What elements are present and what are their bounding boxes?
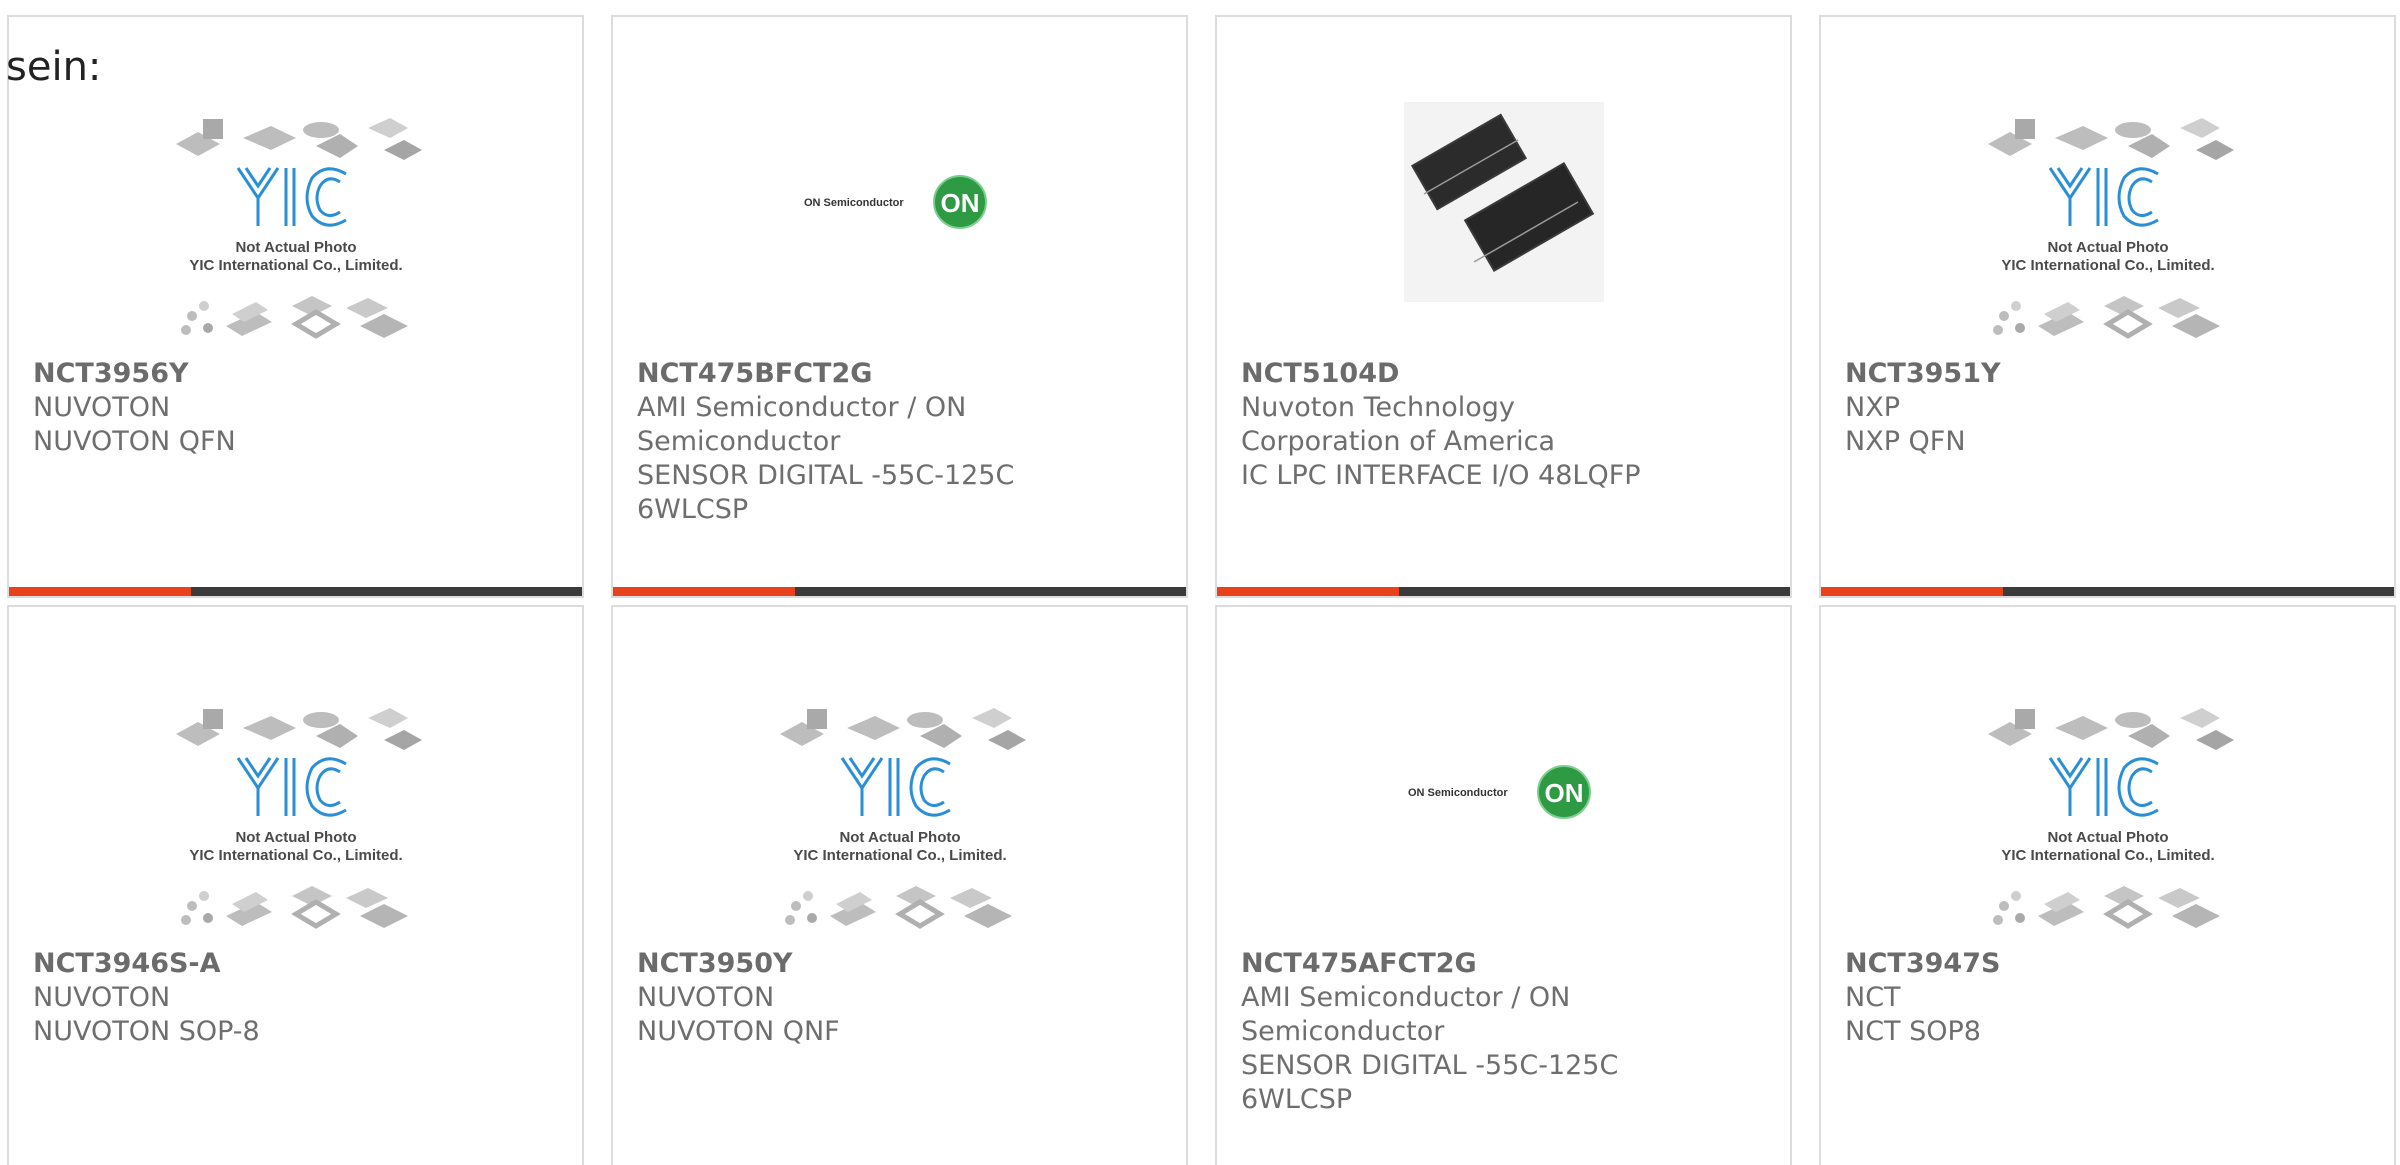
description: SENSOR DIGITAL -55C-125C 6WLCSP (1241, 1050, 1619, 1115)
yic-placeholder-image: Not Actual Photo YIC International Co., … (175, 118, 422, 339)
product-image[interactable]: Not Actual Photo YIC International Co., … (1821, 692, 2394, 952)
svg-text:YIC International Co., Limited: YIC International Co., Limited. (2001, 257, 2214, 274)
product-info: NCT3946S-A NUVOTON NUVOTON SOP-8 (33, 947, 453, 1049)
description: NUVOTON SOP-8 (33, 1016, 260, 1047)
product-card[interactable]: Not Actual Photo YIC International Co., … (1819, 605, 2396, 1165)
manufacturer: NCT (1845, 982, 1901, 1013)
product-card[interactable]: Not Actual Photo YIC International Co., … (7, 15, 584, 598)
svg-text:YIC International Co., Limited: YIC International Co., Limited. (189, 257, 402, 274)
card-accent-bar (9, 587, 191, 596)
manufacturer: Nuvoton Technology Corporation of Americ… (1241, 392, 1556, 457)
svg-text:Not Actual Photo: Not Actual Photo (839, 829, 960, 846)
svg-text:YIC International Co., Limited: YIC International Co., Limited. (189, 847, 402, 864)
lqfp-chip-photo (1403, 102, 1604, 302)
product-image[interactable]: ON Semiconductor ON (613, 102, 1186, 362)
description: NXP QFN (1845, 426, 1966, 457)
manufacturer: NUVOTON (33, 392, 171, 423)
yic-placeholder-image: Not Actual Photo YIC International Co., … (1987, 708, 2234, 929)
product-info: NCT475AFCT2G AMI Semiconductor / ON Semic… (1241, 947, 1661, 1117)
svg-text:YIC International Co., Limited: YIC International Co., Limited. (793, 847, 1006, 864)
product-card[interactable]: ON Semiconductor ON NCT475AFCT2G AMI Semi… (1215, 605, 1792, 1165)
yic-placeholder-image: Not Actual Photo YIC International Co., … (175, 708, 422, 929)
product-info: NCT5104D Nuvoton Technology Corporation o… (1241, 357, 1661, 493)
yic-placeholder-image: Not Actual Photo YIC International Co., … (779, 708, 1026, 929)
product-card[interactable]: Not Actual Photo YIC International Co., … (611, 605, 1188, 1165)
manufacturer: AMI Semiconductor / ON Semiconductor (1241, 982, 1571, 1047)
product-image[interactable]: ON Semiconductor ON (1217, 692, 1790, 952)
svg-text:Not Actual Photo: Not Actual Photo (2047, 239, 2168, 256)
description: SENSOR DIGITAL -55C-125C 6WLCSP (637, 460, 1015, 525)
product-info: NCT3947S NCT NCT SOP8 (1845, 947, 2265, 1049)
description: NUVOTON QFN (33, 426, 236, 457)
product-card[interactable]: ON Semiconductor ON NCT475BFCT2G AMI Semi… (611, 15, 1188, 598)
part-number-link[interactable]: NCT5104D (1241, 357, 1661, 391)
card-accent-bar (1821, 587, 2003, 596)
manufacturer: NXP (1845, 392, 1900, 423)
product-image[interactable]: Not Actual Photo YIC International Co., … (9, 102, 582, 362)
product-info: NCT3956Y NUVOTON NUVOTON QFN (33, 357, 453, 459)
card-bottom-bar (1217, 587, 1790, 596)
product-image[interactable] (1217, 102, 1790, 362)
card-bottom-bar (613, 587, 1186, 596)
product-card[interactable]: Not Actual Photo YIC International Co., … (1819, 15, 2396, 598)
manufacturer: AMI Semiconductor / ON Semiconductor (637, 392, 967, 457)
card-accent-bar (1217, 587, 1399, 596)
part-number-link[interactable]: NCT475AFCT2G (1241, 947, 1661, 981)
section-heading: sein: (6, 44, 102, 90)
yic-placeholder-image: Not Actual Photo YIC International Co., … (1987, 118, 2234, 339)
card-bottom-bar (9, 587, 582, 596)
product-info: NCT3951Y NXP NXP QFN (1845, 357, 2265, 459)
card-accent-bar (613, 587, 795, 596)
product-card[interactable]: NCT5104D Nuvoton Technology Corporation o… (1215, 15, 1792, 598)
svg-text:ON Semiconductor: ON Semiconductor (1408, 787, 1508, 799)
on-semiconductor-logo: ON Semiconductor ON (804, 175, 987, 229)
svg-text:ON: ON (1544, 778, 1583, 808)
part-number-link[interactable]: NCT3956Y (33, 357, 453, 391)
svg-text:ON Semiconductor: ON Semiconductor (804, 197, 904, 209)
product-image[interactable]: Not Actual Photo YIC International Co., … (9, 692, 582, 952)
product-info: NCT3950Y NUVOTON NUVOTON QNF (637, 947, 1057, 1049)
manufacturer: NUVOTON (637, 982, 775, 1013)
description: IC LPC INTERFACE I/O 48LQFP (1241, 460, 1641, 491)
card-bottom-bar (1821, 587, 2394, 596)
svg-text:Not Actual Photo: Not Actual Photo (235, 829, 356, 846)
svg-text:Not Actual Photo: Not Actual Photo (235, 239, 356, 256)
product-card[interactable]: Not Actual Photo YIC International Co., … (7, 605, 584, 1165)
product-info: NCT475BFCT2G AMI Semiconductor / ON Semic… (637, 357, 1057, 527)
svg-text:YIC International Co., Limited: YIC International Co., Limited. (2001, 847, 2214, 864)
part-number-link[interactable]: NCT3947S (1845, 947, 2265, 981)
product-image[interactable]: Not Actual Photo YIC International Co., … (613, 692, 1186, 952)
description: NCT SOP8 (1845, 1016, 1981, 1047)
part-number-link[interactable]: NCT3951Y (1845, 357, 2265, 391)
product-image[interactable]: Not Actual Photo YIC International Co., … (1821, 102, 2394, 362)
svg-text:Not Actual Photo: Not Actual Photo (2047, 829, 2168, 846)
manufacturer: NUVOTON (33, 982, 171, 1013)
description: NUVOTON QNF (637, 1016, 840, 1047)
part-number-link[interactable]: NCT3946S-A (33, 947, 453, 981)
part-number-link[interactable]: NCT475BFCT2G (637, 357, 1057, 391)
part-number-link[interactable]: NCT3950Y (637, 947, 1057, 981)
svg-text:ON: ON (940, 188, 979, 218)
on-semiconductor-logo: ON Semiconductor ON (1408, 765, 1591, 819)
